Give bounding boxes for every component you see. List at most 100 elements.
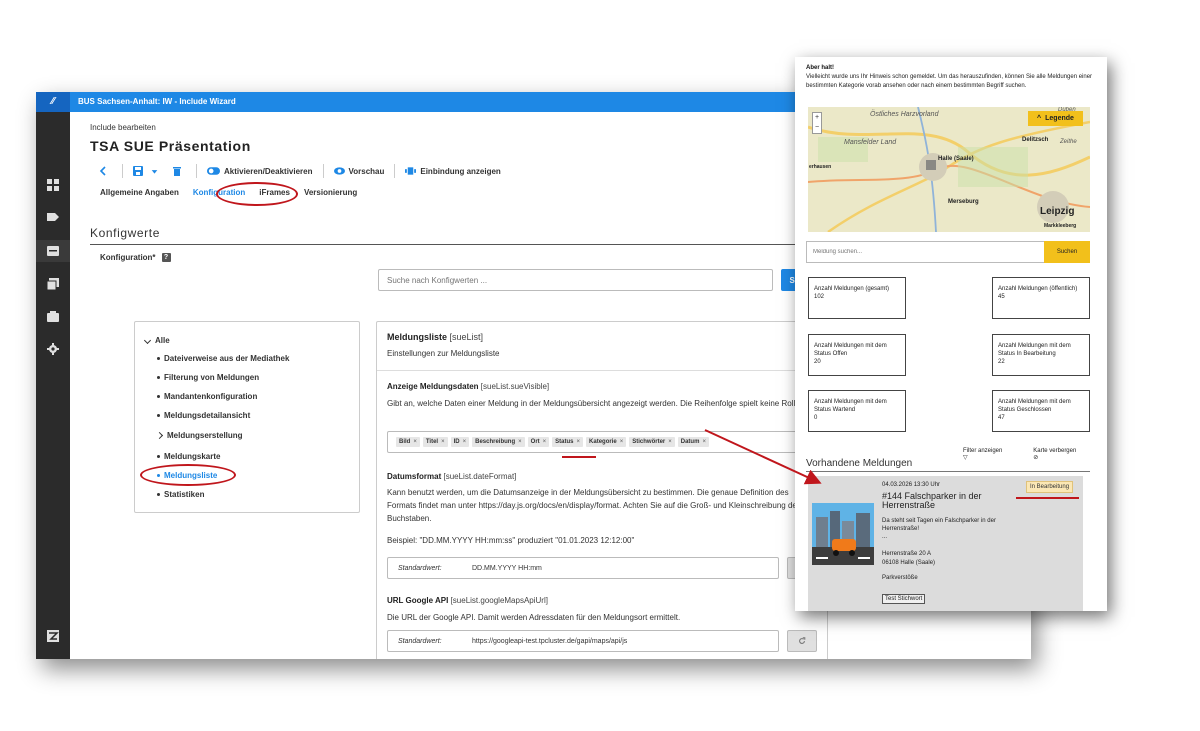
stat-value: 0 — [814, 415, 818, 421]
annotation-circle-tree — [140, 464, 236, 486]
delete-button[interactable] — [172, 166, 186, 176]
card-title[interactable]: #144 Falschparker in der Herrenstraße — [882, 492, 1012, 510]
stat-box: Anzahl Meldungen (gesamt) 102 — [808, 277, 906, 319]
media-icon[interactable] — [36, 306, 70, 328]
close-icon[interactable]: × — [668, 439, 672, 445]
filter-icon: ▽ — [963, 455, 968, 461]
chip-label: Titel — [425, 439, 439, 445]
toolbar-separator — [322, 164, 324, 178]
address-line: Herrenstraße 20 A — [882, 551, 932, 557]
app-logo-icon[interactable]: ⁄⁄ — [36, 92, 70, 112]
chip-label: Datum — [680, 439, 700, 445]
map-zoom-control[interactable]: + − — [812, 112, 822, 134]
zoom-out-icon[interactable]: − — [815, 124, 819, 131]
close-icon[interactable]: × — [413, 439, 417, 445]
chip[interactable]: Beschreibung × — [472, 437, 525, 447]
chip[interactable]: Titel × — [422, 437, 448, 447]
save-button[interactable] — [133, 166, 162, 176]
map-legend-button[interactable]: ^ Legende — [1028, 111, 1083, 126]
report-map[interactable]: + − ^ Legende Östliches Harzvorland Mansfe… — [808, 107, 1090, 232]
tab-versioning[interactable]: Versionierung — [304, 188, 357, 202]
status-badge: In Bearbeitung — [1026, 481, 1074, 493]
tree-item[interactable]: Meldungserstellung — [155, 431, 243, 440]
embed-label: Einbindung anzeigen — [420, 166, 501, 176]
tree-item-label: Statistiken — [164, 490, 205, 499]
googleapi-reset-button[interactable] — [787, 630, 817, 652]
card-date: 04.03.2026 13:30 Uhr — [882, 482, 941, 488]
map-toggle-label: Karte verbergen — [1033, 448, 1077, 454]
tree-item[interactable]: Mandantenkonfiguration — [157, 392, 257, 401]
chip-list: Bild × Titel × ID × Beschreibung × Ort × Stat… — [396, 437, 712, 447]
field-key: [sueList.sueVisible] — [480, 382, 550, 391]
trash-icon — [173, 167, 181, 176]
activate-toggle-button[interactable]: Aktivieren/Deaktivieren — [207, 166, 313, 176]
dateformat-input[interactable]: Standardwert: DD.MM.YYYY HH:mm — [387, 557, 779, 579]
pages-icon[interactable] — [36, 273, 70, 295]
annotation-underline-status — [562, 456, 596, 458]
chip[interactable]: Kategorie × — [586, 437, 627, 447]
settings-gear-icon[interactable] — [36, 338, 70, 360]
annotation-circle-tab — [216, 182, 298, 206]
card-keyword-tag: Test Stichwort — [882, 594, 926, 604]
list-controls: Filter anzeigen ▽ Karte verbergen ⊘ — [963, 448, 1107, 461]
bullet-icon — [157, 414, 160, 417]
map-label: Düben — [1058, 107, 1076, 113]
stat-label: Anzahl Meldungen mit dem Status Wartend — [814, 399, 887, 413]
close-icon[interactable]: × — [543, 439, 547, 445]
chip[interactable]: Datum × — [677, 437, 709, 447]
dashboard-icon[interactable] — [36, 174, 70, 196]
activate-label: Aktivieren/Deaktivieren — [224, 166, 313, 176]
close-icon[interactable]: × — [577, 439, 581, 445]
config-search-input[interactable] — [378, 269, 773, 291]
tree-root-all[interactable]: Alle — [143, 336, 170, 345]
tree-item[interactable]: Meldungskarte — [157, 452, 220, 461]
filter-label: Filter anzeigen — [963, 448, 1003, 454]
toggle-icon — [207, 167, 220, 175]
close-icon[interactable]: × — [441, 439, 445, 445]
panel-subtitle: Einstellungen zur Meldungsliste — [387, 349, 500, 358]
close-icon[interactable]: × — [463, 439, 467, 445]
report-search-button[interactable]: Suchen — [1044, 241, 1090, 263]
chip[interactable]: Bild × — [396, 437, 420, 447]
zoom-in-icon[interactable]: + — [815, 114, 819, 121]
close-icon[interactable]: × — [518, 439, 522, 445]
filter-toggle[interactable]: Filter anzeigen ▽ — [963, 448, 1021, 461]
stat-value: 22 — [998, 359, 1005, 365]
sidebar — [36, 112, 70, 659]
tree-item[interactable]: Meldungsdetailansicht — [157, 411, 250, 420]
hint-title: Aber halt! — [806, 65, 835, 71]
close-icon[interactable]: × — [620, 439, 624, 445]
tree-item[interactable]: Filterung von Meldungen — [157, 373, 259, 382]
stat-label: Anzahl Meldungen mit dem Status Geschlos… — [998, 399, 1071, 413]
show-embed-button[interactable]: Einbindung anzeigen — [405, 166, 501, 176]
tab-general[interactable]: Allgemeine Angaben — [100, 188, 179, 202]
close-icon[interactable]: × — [702, 439, 706, 445]
googleapi-input[interactable]: Standardwert: https://googleapi-test.tpc… — [387, 630, 779, 652]
visible-fields-multiselect[interactable]: Bild × Titel × ID × Beschreibung × Ort × Stat… — [387, 431, 817, 453]
reset-icon — [799, 637, 806, 644]
map-city-label: Merseburg — [948, 199, 979, 205]
help-icon[interactable]: ? — [161, 253, 171, 262]
panel-key: [sueList] — [449, 332, 484, 342]
map-toggle[interactable]: Karte verbergen ⊘ — [1033, 448, 1095, 461]
toolbar-separator — [196, 164, 197, 178]
tag-icon[interactable] — [36, 206, 70, 228]
annotation-underline-badge — [1016, 497, 1079, 499]
tree-item[interactable]: Statistiken — [157, 490, 204, 499]
chip[interactable]: ID × — [450, 437, 470, 447]
std-label: Standardwert: — [398, 565, 442, 572]
bullet-icon — [157, 395, 160, 398]
back-button[interactable] — [98, 166, 112, 176]
list-title: Vorhandene Meldungen — [806, 458, 913, 469]
chip[interactable]: Stichwörter × — [629, 437, 675, 447]
report-search-input[interactable] — [806, 241, 1044, 263]
preview-button[interactable]: Vorschau — [333, 166, 384, 176]
bullet-icon — [157, 455, 160, 458]
field-key: [sueList.googleMapsApiUrl] — [450, 596, 548, 605]
include-icon[interactable] — [36, 240, 70, 262]
report-card[interactable]: 04.03.2026 13:30 Uhr In Bearbeitung #144… — [808, 476, 1083, 611]
chip-status[interactable]: Status × — [552, 437, 584, 447]
tree-item[interactable]: Dateiverweise aus der Mediathek — [157, 354, 289, 363]
config-panel: Meldungsliste [sueList] Einstellungen zu… — [376, 321, 828, 659]
chip[interactable]: Ort × — [527, 437, 550, 447]
